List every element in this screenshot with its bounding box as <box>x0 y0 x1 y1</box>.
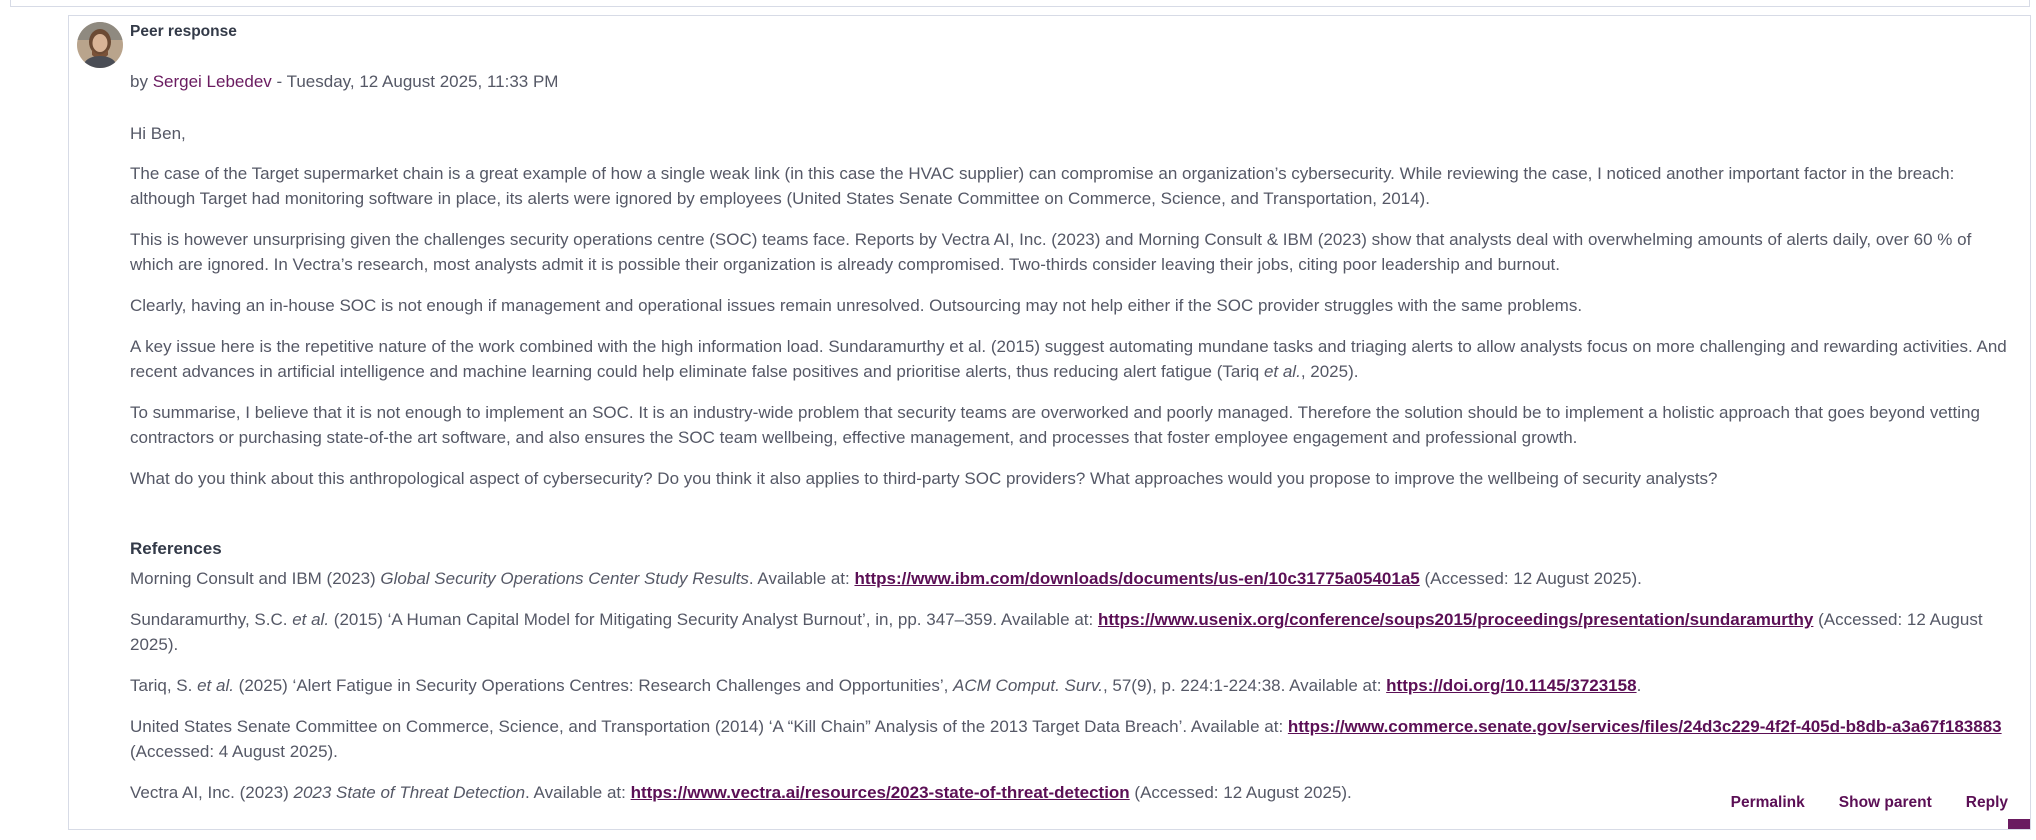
text-run: Tariq, S. <box>130 676 198 695</box>
reference-link[interactable]: https://www.vectra.ai/resources/2023-sta… <box>631 783 1130 802</box>
references-heading: References <box>130 539 222 558</box>
body-paragraph: The case of the Target supermarket chain… <box>130 164 1955 208</box>
text-run-italic: et al. <box>197 676 234 695</box>
text-run-italic: ACM Comput. Surv. <box>953 676 1103 695</box>
show-parent-link[interactable]: Show parent <box>1839 794 1932 811</box>
post-byline: by Sergei Lebedev - Tuesday, 12 August 2… <box>130 72 558 92</box>
permalink-link[interactable]: Permalink <box>1731 794 1805 811</box>
reference-item: Tariq, S. et al. (2025) ‘Alert Fatigue i… <box>130 673 2010 698</box>
user-avatar-icon <box>77 22 123 68</box>
text-run: United States Senate Committee on Commer… <box>130 717 1288 736</box>
reference-link[interactable]: https://www.commerce.senate.gov/services… <box>1288 717 2002 736</box>
text-run-italic: Global Security Operations Center Study … <box>380 569 749 588</box>
text-run: . Available at: <box>748 569 855 588</box>
post-date: Tuesday, 12 August 2025, 11:33 PM <box>286 72 559 91</box>
greeting: Hi Ben, <box>130 124 186 143</box>
text-run: (2015) ‘A Human Capital Model for Mitiga… <box>329 610 1098 629</box>
body-paragraph: Clearly, having an in-house SOC is not e… <box>130 296 1583 315</box>
text-run: (Accessed: 12 August 2025). <box>1129 783 1352 802</box>
text-run: (2025) ‘Alert Fatigue in Security Operat… <box>233 676 954 695</box>
text-run: A key issue here is the repetitive natur… <box>130 337 2007 381</box>
post-subject: Peer response <box>130 23 237 40</box>
post-body: Hi Ben, The case of the Target supermark… <box>130 121 2010 507</box>
text-run: . <box>1636 676 1642 695</box>
scroll-corner-marker <box>2008 819 2030 829</box>
reference-item: United States Senate Committee on Commer… <box>130 714 2010 764</box>
reply-link[interactable]: Reply <box>1966 794 2008 811</box>
text-run: , 2025). <box>1300 362 1359 381</box>
author-link[interactable]: Sergei Lebedev <box>153 72 272 91</box>
text-run: Morning Consult and IBM (2023) <box>130 569 381 588</box>
text-run: (Accessed: 4 August 2025). <box>130 742 338 761</box>
body-paragraph: What do you think about this anthropolog… <box>130 469 1718 488</box>
text-run-italic: et al. <box>1263 362 1301 381</box>
post-actions: Permalink Show parent Reply <box>1697 794 2008 812</box>
references-section: References Morning Consult and IBM (2023… <box>130 536 2010 821</box>
body-paragraph: To summarise, I believe that it is not e… <box>130 403 1980 447</box>
reference-item: Sundaramurthy, S.C. et al. (2015) ‘A Hum… <box>130 607 2010 657</box>
text-run: Vectra AI, Inc. (2023) <box>130 783 294 802</box>
body-paragraph: A key issue here is the repetitive natur… <box>130 334 2010 384</box>
previous-post-border <box>10 0 2030 7</box>
text-run-italic: 2023 State of Threat Detection <box>293 783 526 802</box>
text-run-italic: et al. <box>292 610 330 629</box>
byline-separator: - <box>271 72 287 91</box>
text-run: . Available at: <box>525 783 631 802</box>
text-run: Sundaramurthy, S.C. <box>130 610 293 629</box>
reference-link[interactable]: https://www.ibm.com/downloads/documents/… <box>854 569 1419 588</box>
text-run: , 57(9), p. 224:1-224:38. Available at: <box>1102 676 1387 695</box>
author-avatar[interactable] <box>77 22 123 68</box>
text-run: (Accessed: 12 August 2025). <box>1419 569 1642 588</box>
reference-link[interactable]: https://www.usenix.org/conference/soups2… <box>1098 610 1813 629</box>
reference-item: Morning Consult and IBM (2023) Global Se… <box>130 566 2010 591</box>
body-paragraph: This is however unsurprising given the c… <box>130 230 1972 274</box>
forum-post: Peer response by Sergei Lebedev - Tuesda… <box>68 15 2031 830</box>
reference-link[interactable]: https://doi.org/10.1145/3723158 <box>1386 676 1636 695</box>
byline-prefix: by <box>130 72 153 91</box>
